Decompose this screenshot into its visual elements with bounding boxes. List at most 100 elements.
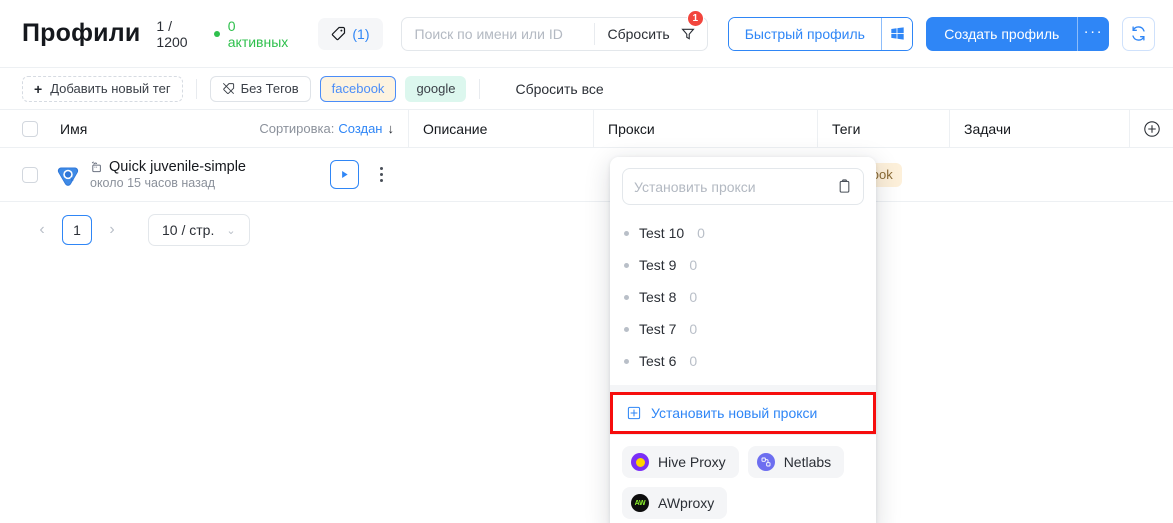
quick-profile-group: Быстрый профиль [727,16,914,51]
play-icon [339,169,350,180]
proxy-item-count: 0 [697,225,705,241]
proxy-status-dot [624,294,629,300]
profile-name-block: Quick juvenile-simple около 15 часов наз… [90,159,330,190]
proxy-list-item[interactable]: Test 10 0 [610,217,876,249]
kebab-dot-2 [379,173,383,176]
reset-filters-button[interactable]: Сбросить 1 [595,9,707,50]
add-new-tag-label: Добавить новый тег [50,81,171,96]
search-group: Сбросить 1 [400,9,708,51]
tag-filter-count: (1) [352,25,370,42]
windows-os-button[interactable] [881,17,913,50]
proxy-list-item[interactable]: Test 9 0 [610,249,876,281]
column-proxy[interactable]: Прокси [593,109,817,148]
tag-icon [331,26,346,41]
filter-count-badge: 1 [686,9,704,27]
funnel-icon [681,27,695,41]
row-more-menu-button[interactable] [368,167,394,182]
chip-tag-google-label: google [416,81,456,96]
provider-hive-proxy-label: Hive Proxy [658,454,726,470]
run-profile-button[interactable] [330,160,359,189]
select-all-checkbox[interactable] [22,120,38,137]
column-name: Имя Сортировка: Создан ↓ [0,110,408,148]
set-new-proxy-button[interactable]: Установить новый прокси [613,395,873,431]
profiles-active: 0 активных [227,17,289,50]
proxy-search-field [622,168,864,205]
refresh-button[interactable] [1121,16,1155,51]
pagination-prev-button[interactable]: ‹ [28,216,56,244]
provider-netlabs[interactable]: Netlabs [747,446,845,478]
chip-tag-facebook[interactable]: facebook [319,75,397,102]
pagination-page-1[interactable]: 1 [62,215,92,245]
table-header: Имя Сортировка: Создан ↓ Описание Прокси… [0,109,1173,148]
tag-off-icon [222,82,235,95]
reset-filters-label: Сбросить [607,25,670,42]
reset-all-button[interactable]: Сбросить все [515,81,603,97]
page-header: Профили 1 / 1200 0 активных (1) Сбросить [0,0,1173,68]
tagbar-divider-1 [195,78,197,99]
pagination-next-button[interactable]: › [98,216,126,244]
provider-awproxy-label: AWproxy [658,495,715,511]
proxy-dropdown: Test 10 0 Test 9 0 Test 8 0 Test 7 0 Tes… [610,157,876,523]
profile-name-line: Quick juvenile-simple [90,159,330,175]
proxy-status-dot [624,358,629,364]
proxy-search-input[interactable] [634,178,837,195]
clipboard-icon[interactable] [837,179,852,194]
plus-icon: + [34,80,43,97]
new-proxy-highlight: Установить новый прокси [610,392,876,434]
tag-filter-bar: + Добавить новый тег Без Тегов facebook … [0,68,1173,110]
hive-icon [631,453,649,471]
provider-hive-proxy[interactable]: Hive Proxy [622,446,739,478]
proxy-item-count: 0 [689,321,698,337]
table-row[interactable]: Quick juvenile-simple около 15 часов наз… [0,148,1173,202]
netlabs-icon [756,453,775,471]
plus-square-icon [627,406,641,420]
sort-value: Создан [338,121,383,136]
add-new-tag-button[interactable]: + Добавить новый тег [22,75,183,102]
proxy-status-dot [624,262,629,268]
proxy-item-label: Test 6 [639,353,677,369]
column-tags[interactable]: Теги [817,109,949,148]
sort-control[interactable]: Сортировка: Создан ↓ [259,121,394,136]
sort-label: Сортировка: [259,121,335,136]
chip-tag-google[interactable]: google [405,75,467,102]
profile-name: Quick juvenile-simple [109,159,246,175]
create-profile-more-button[interactable]: ··· [1078,17,1108,51]
tag-filter-button[interactable]: (1) [318,17,383,50]
profile-os-icon [90,161,103,174]
quick-profile-button[interactable]: Быстрый профиль [728,17,881,50]
column-tasks[interactable]: Задачи [949,109,1129,148]
proxy-status-dot [624,326,629,332]
plus-circle-icon [1143,120,1161,138]
proxy-status-dot [624,230,629,236]
proxy-item-label: Test 9 [639,257,677,273]
proxy-item-label: Test 10 [639,225,685,241]
profiles-page: Профили 1 / 1200 0 активных (1) Сбросить [0,0,1173,523]
page-size-value: 10 / стр. [162,222,215,238]
chevron-down-icon: ⌄ [226,224,236,237]
search-input[interactable] [401,17,594,50]
profile-updated-time: около 15 часов назад [90,176,216,190]
page-title: Профили [22,19,141,47]
proxy-list-item[interactable]: Test 8 0 [610,281,876,313]
page-size-select[interactable]: 10 / стр. ⌄ [148,214,250,246]
proxy-dropdown-separator [610,385,876,392]
proxy-providers: Hive Proxy Netlabs AW AWproxy [610,435,876,523]
column-description[interactable]: Описание [408,109,593,148]
create-profile-group: Создать профиль ··· [926,16,1109,51]
provider-awproxy[interactable]: AW AWproxy [622,487,728,519]
row-tasks-cell[interactable] [949,148,1129,202]
add-column-button[interactable] [1129,109,1173,148]
create-profile-button[interactable]: Создать профиль [926,17,1077,51]
proxy-list-item[interactable]: Test 7 0 [610,313,876,345]
row-description-cell[interactable] [408,148,593,202]
sort-direction-icon: ↓ [387,121,395,136]
chip-no-tags[interactable]: Без Тегов [209,75,311,102]
proxy-item-count: 0 [689,353,698,369]
refresh-icon [1130,25,1147,42]
set-new-proxy-label: Установить новый прокси [651,405,818,421]
pagination: ‹ 1 › 10 / стр. ⌄ [0,202,1173,258]
proxy-list-item[interactable]: Test 6 0 [610,345,876,377]
row-select-checkbox[interactable] [22,166,38,183]
chip-no-tags-label: Без Тегов [240,81,299,96]
proxy-item-count: 0 [689,289,698,305]
